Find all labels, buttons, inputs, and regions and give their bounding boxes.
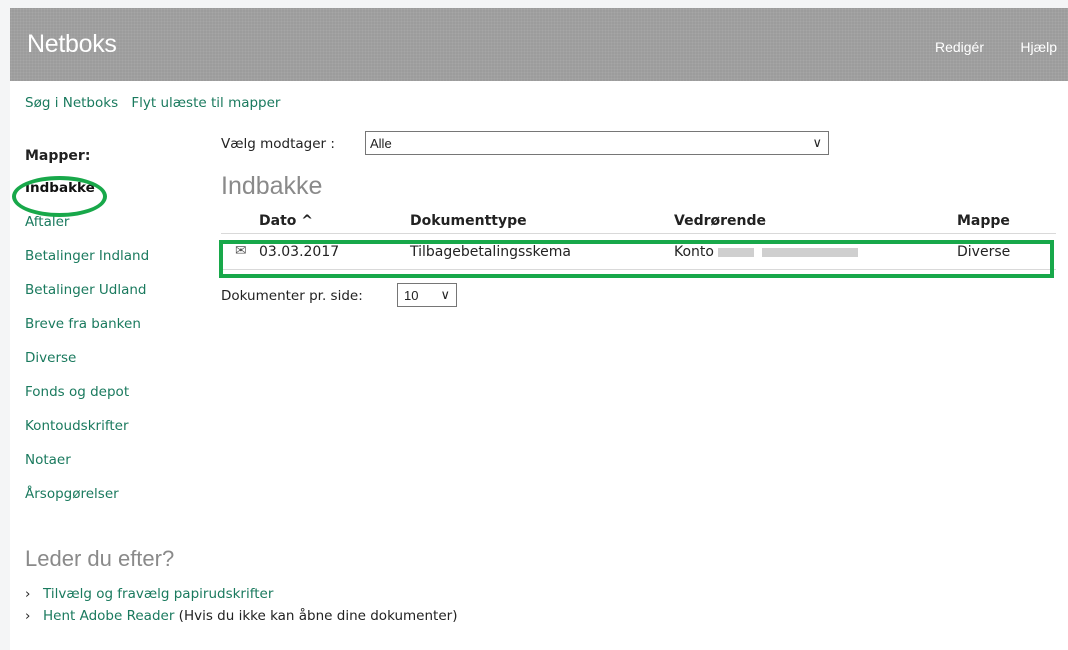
- sidebar-item-betalinger-indland[interactable]: Betalinger Indland: [25, 246, 205, 280]
- sidebar-item-betalinger-udland[interactable]: Betalinger Udland: [25, 280, 205, 314]
- folders-heading: Mapper:: [25, 148, 91, 164]
- top-links: Søg i Netboks Flyt ulæste til mapper: [25, 95, 290, 111]
- column-header-folder[interactable]: Mappe: [957, 213, 1010, 229]
- top-bar: Netboks Redigér Hjælp: [10, 8, 1068, 81]
- looking-for-list: › Tilvælg og fravælg papirudskrifter › Hen…: [25, 586, 457, 630]
- sidebar-item-label[interactable]: Betalinger Udland: [25, 282, 147, 298]
- redacted-account-part: [761, 247, 858, 257]
- per-page-label: Dokumenter pr. side:: [221, 288, 363, 304]
- recipient-select[interactable]: Alle ∨: [365, 131, 829, 155]
- folder-sidebar: Mapper: Indbakke Aftaler Betalinger Indl…: [12, 148, 205, 518]
- sidebar-item-arsopgorelser[interactable]: Årsopgørelser: [25, 484, 205, 518]
- search-netboks-link[interactable]: Søg i Netboks: [25, 95, 118, 111]
- chevron-down-icon: ∨: [812, 135, 822, 150]
- page-title: Indbakke: [221, 172, 323, 200]
- column-header-date[interactable]: Dato ^: [259, 213, 313, 229]
- sidebar-item-label[interactable]: Betalinger Indland: [25, 248, 149, 264]
- active-item-highlight-circle: [12, 176, 107, 217]
- chevron-right-icon: ›: [25, 608, 31, 624]
- paper-statements-link[interactable]: Tilvælg og fravælg papirudskrifter: [43, 586, 273, 602]
- chevron-right-icon: ›: [25, 586, 31, 602]
- sidebar-item-diverse[interactable]: Diverse: [25, 348, 205, 382]
- help-link[interactable]: Hjælp: [1020, 39, 1057, 55]
- sidebar-item-label[interactable]: Diverse: [25, 350, 76, 366]
- cell-folder: Diverse: [957, 244, 1011, 260]
- looking-for-heading: Leder du efter?: [25, 546, 175, 571]
- page: Netboks Redigér Hjælp Søg i Netboks Flyt…: [10, 8, 1068, 650]
- cell-document-type[interactable]: Tilbagebetalingsskema: [410, 244, 571, 260]
- sidebar-item-label[interactable]: Fonds og depot: [25, 384, 129, 400]
- sidebar-item-notaer[interactable]: Notaer: [25, 450, 205, 484]
- cell-regarding: Konto: [674, 244, 858, 260]
- redacted-account-part: [717, 247, 754, 257]
- sidebar-item-label[interactable]: Årsopgørelser: [25, 486, 119, 502]
- sidebar-item-breve-fra-banken[interactable]: Breve fra banken: [25, 314, 205, 348]
- sidebar-item-label[interactable]: Breve fra banken: [25, 316, 141, 332]
- adobe-reader-link[interactable]: Hent Adobe Reader: [43, 608, 174, 624]
- recipient-label: Vælg modtager :: [221, 136, 335, 152]
- recipient-select-value: Alle: [370, 136, 392, 151]
- sidebar-item-kontoudskrifter[interactable]: Kontoudskrifter: [25, 416, 205, 450]
- envelope-icon: ✉: [235, 243, 247, 259]
- table-header: Dato ^ Dokumenttype Vedrørende Mappe: [221, 206, 1056, 234]
- per-page-value: 10: [404, 288, 419, 303]
- sidebar-item-fonds-og-depot[interactable]: Fonds og depot: [25, 382, 205, 416]
- brand-title: Netboks: [27, 30, 117, 58]
- list-item: › Tilvælg og fravælg papirudskrifter: [25, 586, 457, 608]
- move-unread-link[interactable]: Flyt ulæste til mapper: [131, 95, 280, 111]
- column-header-regarding[interactable]: Vedrørende: [674, 213, 766, 229]
- edit-link[interactable]: Redigér: [935, 39, 984, 55]
- sidebar-item-label[interactable]: Kontoudskrifter: [25, 418, 129, 434]
- table-row[interactable]: ✉ 03.03.2017 Tilbagebetalingsskema Konto…: [221, 234, 1056, 270]
- chevron-down-icon: ∨: [440, 287, 450, 302]
- adobe-reader-note: (Hvis du ikke kan åbne dine dokumenter): [178, 608, 458, 624]
- per-page-select[interactable]: 10 ∨: [397, 283, 457, 307]
- list-item: › Hent Adobe Reader (Hvis du ikke kan åbn…: [25, 608, 457, 630]
- sidebar-item-aftaler[interactable]: Aftaler: [25, 212, 205, 246]
- column-header-document-type[interactable]: Dokumenttype: [410, 213, 527, 229]
- documents-table: Dato ^ Dokumenttype Vedrørende Mappe ✉ 0…: [221, 206, 1056, 270]
- cell-regarding-label: Konto: [674, 244, 714, 260]
- cell-date: 03.03.2017: [259, 244, 340, 260]
- sidebar-item-label[interactable]: Notaer: [25, 452, 71, 468]
